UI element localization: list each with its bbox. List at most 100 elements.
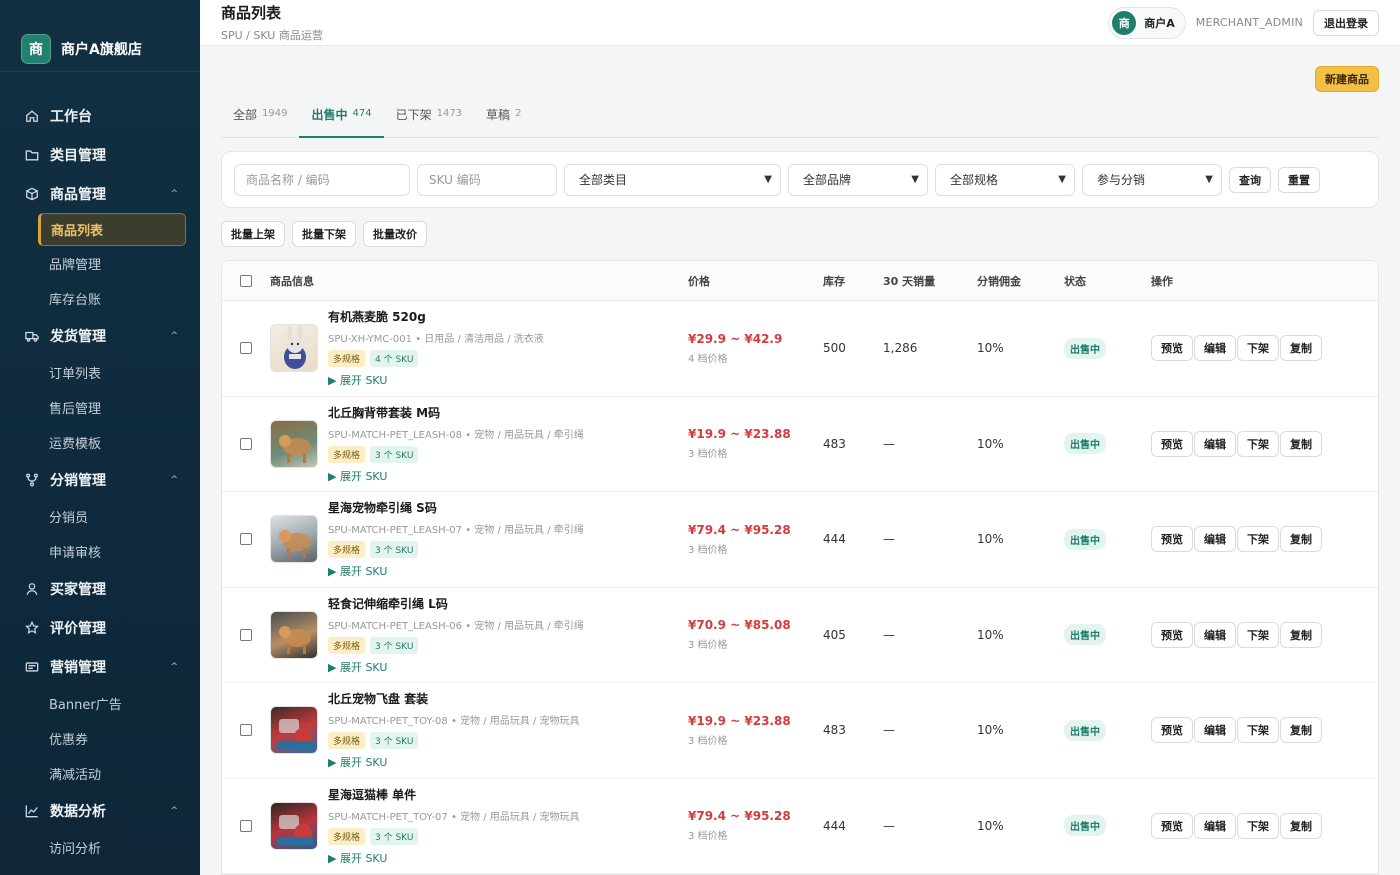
- row-checkbox[interactable]: [240, 437, 252, 450]
- distribution-select[interactable]: 参与分销 ▼: [1082, 163, 1222, 196]
- product-name[interactable]: 北丘胸背带套装 M码: [328, 404, 584, 421]
- product-meta: SPU-MATCH-PET_LEASH-08 • 宠物 / 用品玩具 / 牵引绳: [328, 429, 584, 441]
- copy-button[interactable]: 复制: [1280, 717, 1322, 744]
- expand-sku-link[interactable]: ▶ 展开 SKU: [328, 659, 584, 675]
- sidebar-group-15[interactable]: 营销管理 ^: [0, 647, 200, 686]
- sku-code-input[interactable]: SKU 编码: [417, 163, 557, 196]
- user-icon: [24, 581, 40, 597]
- delist-button[interactable]: 下架: [1237, 430, 1279, 457]
- edit-button[interactable]: 编辑: [1194, 812, 1236, 839]
- product-name[interactable]: 轻食记伸缩牵引绳 L码: [328, 595, 584, 612]
- copy-button[interactable]: 复制: [1280, 335, 1322, 362]
- sidebar-group-1[interactable]: 类目管理: [0, 135, 200, 174]
- preview-button[interactable]: 预览: [1151, 621, 1193, 648]
- row-checkbox[interactable]: [240, 724, 252, 737]
- sidebar-item-7[interactable]: 订单列表: [0, 355, 200, 390]
- product-name[interactable]: 有机燕麦脆 520g: [328, 308, 544, 325]
- product-thumbnail[interactable]: [270, 419, 318, 468]
- new-product-button[interactable]: 新建商品: [1315, 66, 1379, 92]
- copy-button[interactable]: 复制: [1280, 812, 1322, 839]
- chevron-down-icon: ▼: [911, 174, 919, 185]
- sidebar-group-0[interactable]: 工作台: [0, 96, 200, 135]
- product-name[interactable]: 北丘宠物飞盘 套装: [328, 690, 580, 707]
- sidebar-item-18[interactable]: 满减活动: [0, 756, 200, 791]
- sidebar-item-11[interactable]: 分销员: [0, 499, 200, 534]
- sidebar-item-20[interactable]: 访问分析: [0, 830, 200, 865]
- expand-sku-link[interactable]: ▶ 展开 SKU: [328, 850, 580, 866]
- home-icon: [24, 108, 40, 124]
- preview-button[interactable]: 预览: [1151, 812, 1193, 839]
- query-button[interactable]: 查询: [1229, 166, 1271, 193]
- product-thumbnail[interactable]: [270, 706, 318, 755]
- sidebar-item-5[interactable]: 库存台账: [0, 281, 200, 316]
- row-checkbox[interactable]: [240, 342, 252, 355]
- preview-button[interactable]: 预览: [1151, 430, 1193, 457]
- delist-button[interactable]: 下架: [1237, 621, 1279, 648]
- expand-sku-link[interactable]: ▶ 展开 SKU: [328, 754, 580, 770]
- sidebar-item-3[interactable]: 商品列表: [38, 213, 186, 246]
- sidebar-item-16[interactable]: Banner广告: [0, 686, 200, 721]
- spec-select[interactable]: 全部规格 ▼: [935, 163, 1075, 196]
- delist-button[interactable]: 下架: [1237, 335, 1279, 362]
- edit-button[interactable]: 编辑: [1194, 335, 1236, 362]
- chevron-down-icon: ▼: [764, 174, 772, 185]
- select-all-checkbox[interactable]: [240, 274, 252, 287]
- batch-delist-button[interactable]: 批量下架: [292, 221, 356, 247]
- edit-button[interactable]: 编辑: [1194, 526, 1236, 553]
- row-checkbox[interactable]: [240, 819, 252, 832]
- copy-button[interactable]: 复制: [1280, 621, 1322, 648]
- sidebar-item-17[interactable]: 优惠券: [0, 721, 200, 756]
- brand[interactable]: 商 商户A旗舰店: [0, 0, 200, 72]
- logout-button[interactable]: 退出登录: [1313, 9, 1379, 36]
- preview-button[interactable]: 预览: [1151, 335, 1193, 362]
- brand-select[interactable]: 全部品牌 ▼: [788, 163, 928, 196]
- sidebar-group-14[interactable]: 评价管理: [0, 608, 200, 647]
- batch-list-button[interactable]: 批量上架: [221, 221, 285, 247]
- product-name[interactable]: 星海宠物牵引绳 S码: [328, 499, 584, 516]
- row-checkbox[interactable]: [240, 533, 252, 546]
- preview-button[interactable]: 预览: [1151, 526, 1193, 553]
- sidebar-item-9[interactable]: 运费模板: [0, 425, 200, 460]
- delist-button[interactable]: 下架: [1237, 717, 1279, 744]
- row-checkbox[interactable]: [240, 628, 252, 641]
- chevron-up-icon: ^: [170, 805, 178, 816]
- sidebar-item-8[interactable]: 售后管理: [0, 390, 200, 425]
- expand-sku-link[interactable]: ▶ 展开 SKU: [328, 563, 584, 579]
- batch-reprice-button[interactable]: 批量改价: [363, 221, 427, 247]
- tab-0[interactable]: 全部 1949: [221, 106, 299, 138]
- tab-2[interactable]: 已下架 1473: [384, 106, 474, 138]
- copy-button[interactable]: 复制: [1280, 526, 1322, 553]
- product-name[interactable]: 星海逗猫棒 单件: [328, 786, 580, 803]
- edit-button[interactable]: 编辑: [1194, 430, 1236, 457]
- sidebar-item-4[interactable]: 品牌管理: [0, 246, 200, 281]
- product-thumbnail[interactable]: [270, 610, 318, 659]
- user-chip[interactable]: 商 商户A: [1108, 6, 1186, 39]
- product-thumbnail[interactable]: [270, 515, 318, 564]
- product-thumbnail[interactable]: [270, 324, 318, 373]
- edit-button[interactable]: 编辑: [1194, 621, 1236, 648]
- product-name-input[interactable]: 商品名称 / 编码: [234, 163, 410, 196]
- delist-button[interactable]: 下架: [1237, 812, 1279, 839]
- reset-button[interactable]: 重置: [1278, 166, 1320, 193]
- sidebar-group-2[interactable]: 商品管理 ^: [0, 174, 200, 213]
- sidebar-group-19[interactable]: 数据分析 ^: [0, 791, 200, 830]
- sidebar-group-13[interactable]: 买家管理: [0, 569, 200, 608]
- edit-button[interactable]: 编辑: [1194, 717, 1236, 744]
- tab-count: 474: [352, 108, 372, 119]
- sidebar-group-label: 分销管理: [50, 472, 106, 489]
- tab-1[interactable]: 出售中 474: [299, 106, 384, 138]
- copy-button[interactable]: 复制: [1280, 430, 1322, 457]
- sidebar-item-12[interactable]: 申请审核: [0, 534, 200, 569]
- category-select[interactable]: 全部类目 ▼: [564, 163, 781, 196]
- sidebar-group-6[interactable]: 发货管理 ^: [0, 316, 200, 355]
- expand-sku-link[interactable]: ▶ 展开 SKU: [328, 468, 584, 484]
- product-meta: SPU-XH-YMC-001 • 日用品 / 清洁用品 / 洗衣液: [328, 334, 544, 346]
- preview-button[interactable]: 预览: [1151, 717, 1193, 744]
- product-thumbnail[interactable]: [270, 801, 318, 850]
- sidebar-group-10[interactable]: 分销管理 ^: [0, 460, 200, 499]
- delist-button[interactable]: 下架: [1237, 526, 1279, 553]
- content: 新建商品 全部 1949 出售中 474 已下架 1473 草稿 2 商品名称 / 编码 SK…: [200, 46, 1400, 875]
- chevron-up-icon: ^: [170, 661, 178, 672]
- tab-3[interactable]: 草稿 2: [474, 106, 533, 138]
- expand-sku-link[interactable]: ▶ 展开 SKU: [328, 372, 544, 388]
